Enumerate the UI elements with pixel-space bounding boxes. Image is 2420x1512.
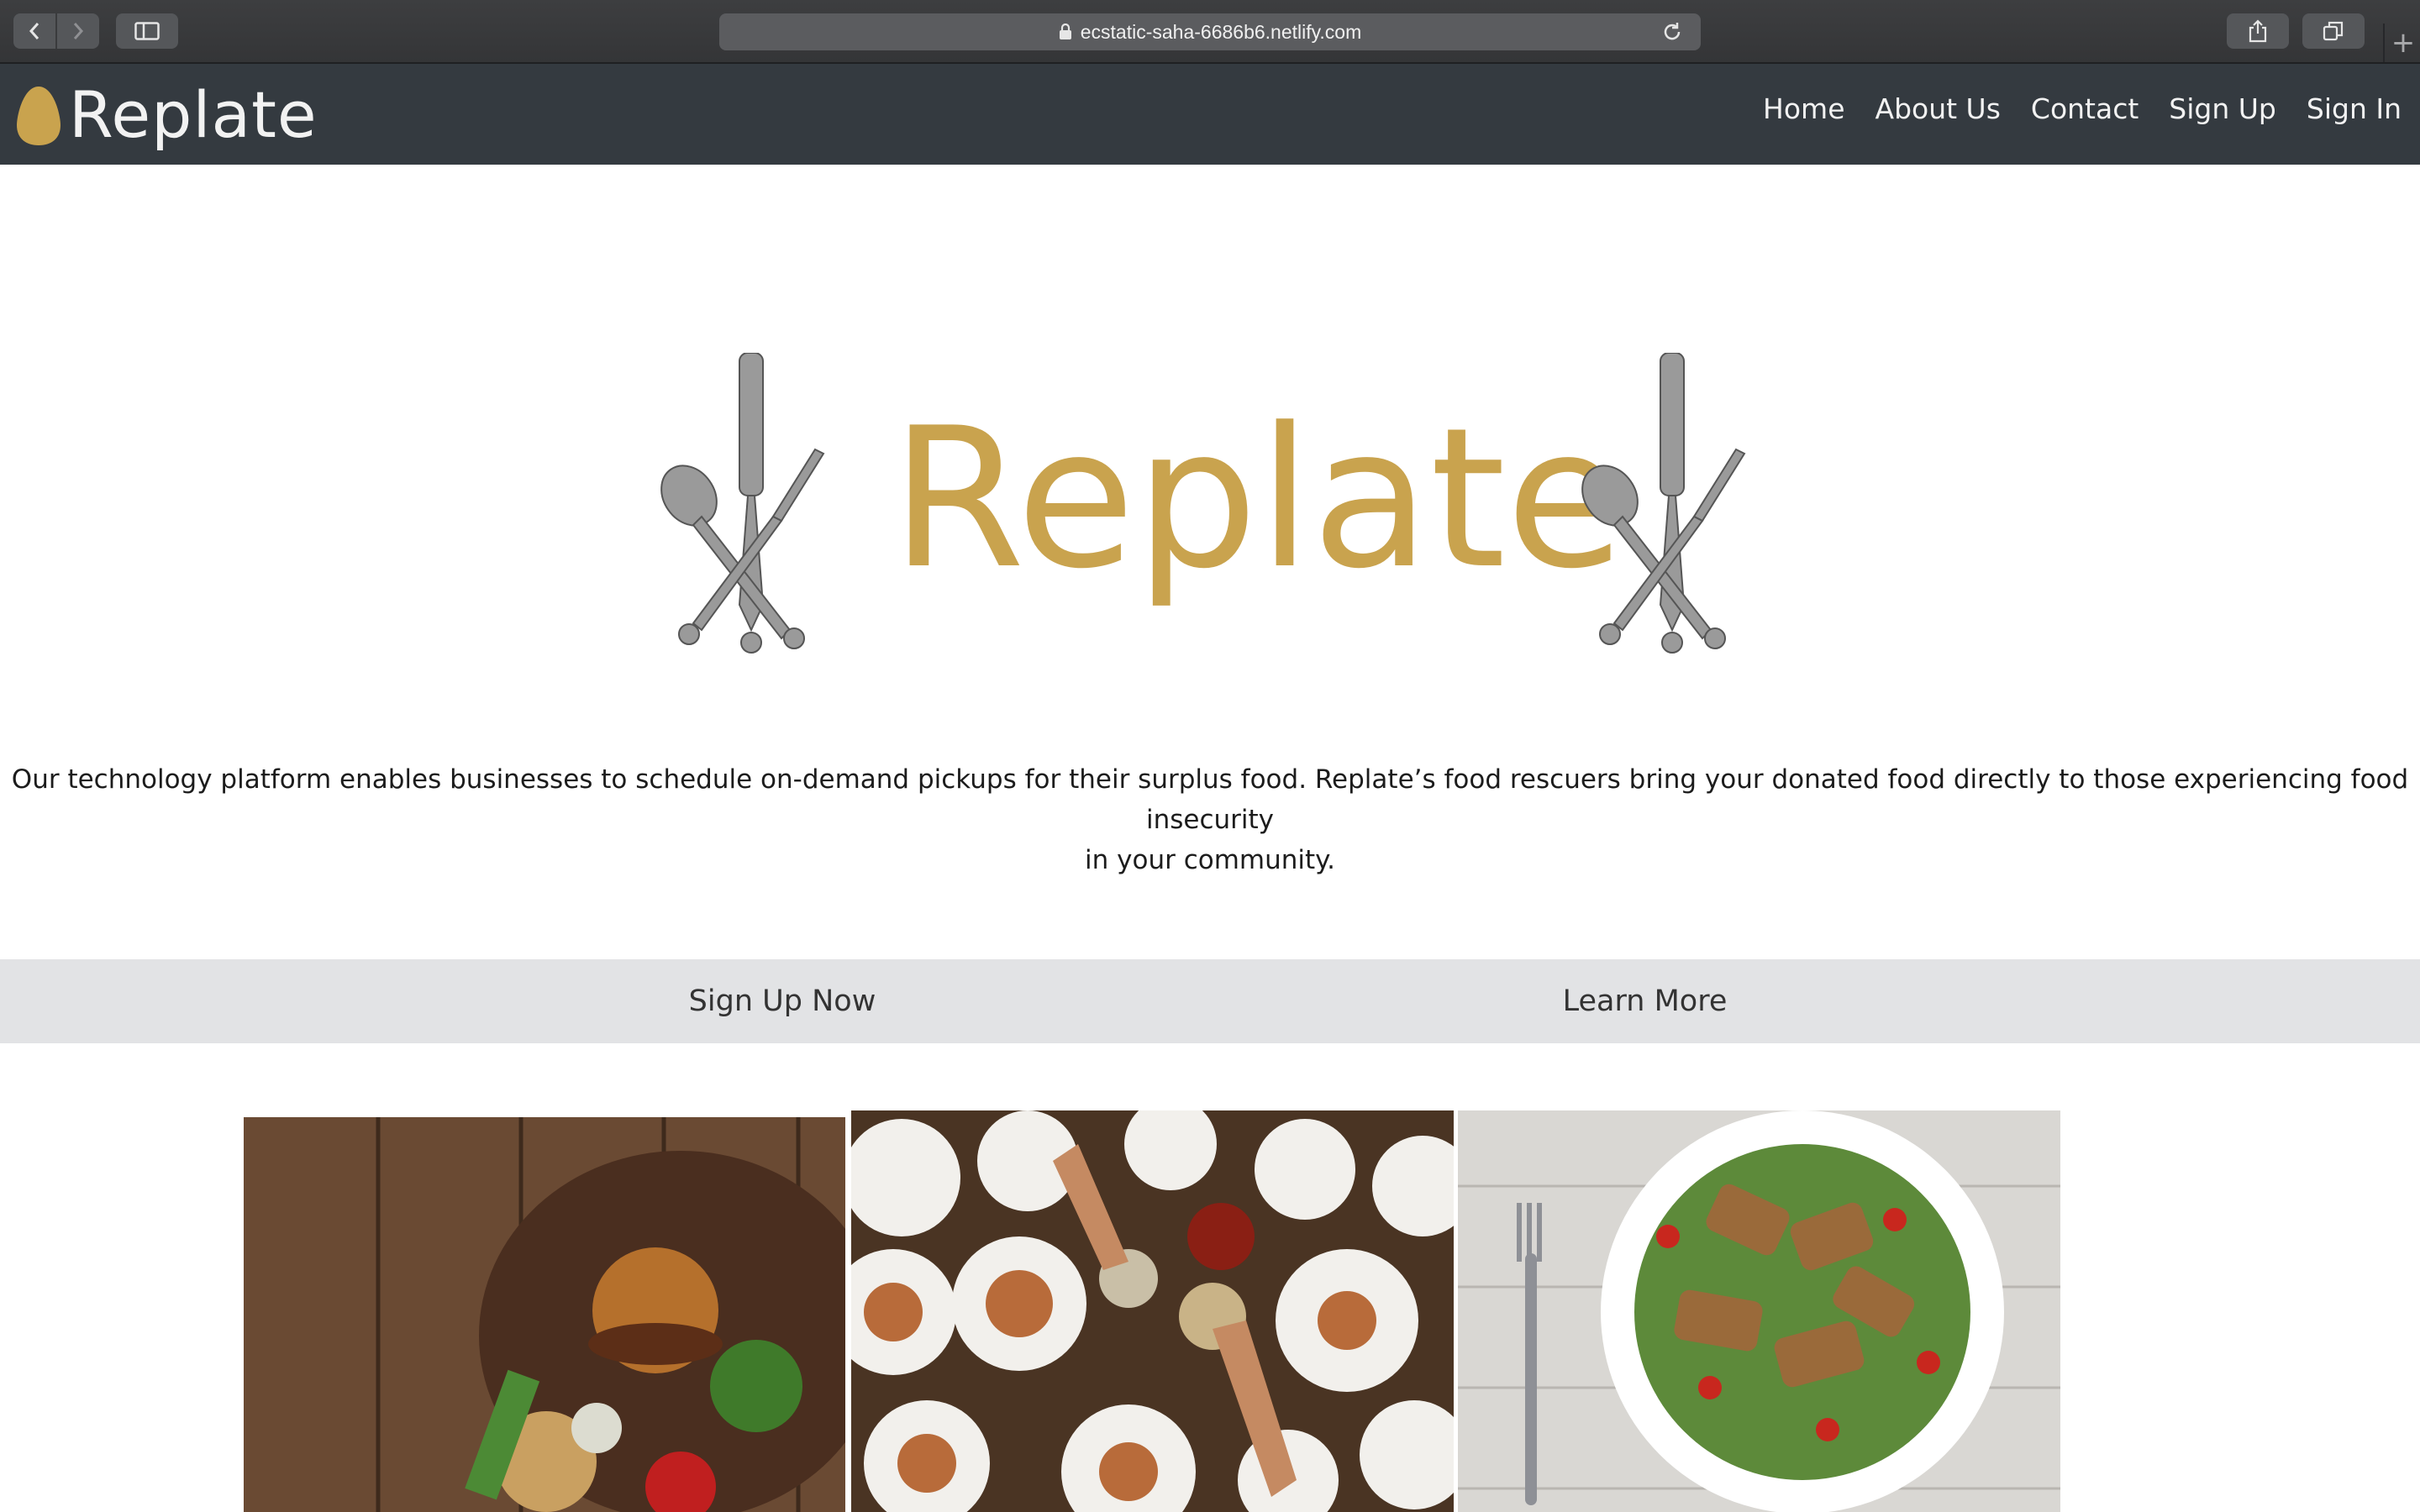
sidebar-button[interactable] xyxy=(116,13,178,49)
nav-link-sign-up[interactable]: Sign Up xyxy=(2169,92,2276,125)
hero-banner: Replate xyxy=(655,353,1765,664)
history-buttons xyxy=(13,13,99,49)
back-button[interactable] xyxy=(13,13,55,49)
sidebar-icon xyxy=(134,22,160,40)
address-bar[interactable]: ecstatic-saha-6686b6.netlify.com xyxy=(719,13,1701,50)
lock-icon xyxy=(1059,24,1072,40)
forward-icon xyxy=(73,23,84,39)
site-navbar: Replate Home About Us Contact Sign Up Si… xyxy=(0,64,2420,165)
back-icon xyxy=(29,23,39,39)
cutlery-icon xyxy=(660,353,825,654)
nav-link-home[interactable]: Home xyxy=(1763,92,1844,125)
url-text: ecstatic-saha-6686b6.netlify.com xyxy=(1080,20,1362,43)
brand-link[interactable]: Replate xyxy=(15,77,318,152)
tagline-line-1: Our technology platform enables business… xyxy=(11,764,2409,835)
food-photo-dinner-table xyxy=(851,1110,1454,1512)
hero-title: Replate xyxy=(891,387,1625,612)
tabs-icon xyxy=(2323,21,2344,41)
reload-icon[interactable] xyxy=(1660,20,1684,49)
nav-menu: Home About Us Contact Sign Up Sign In xyxy=(1763,92,2402,125)
tagline-line-2: in your community. xyxy=(1085,845,1335,875)
nav-link-sign-in[interactable]: Sign In xyxy=(2307,92,2402,125)
learn-more-button[interactable]: Learn More xyxy=(1252,959,2038,1043)
egg-logo-icon xyxy=(17,86,60,145)
share-icon xyxy=(2249,19,2267,43)
forward-button[interactable] xyxy=(55,13,99,49)
new-tab-icon[interactable]: + xyxy=(2383,24,2420,62)
hero-tagline: Our technology platform enables business… xyxy=(0,759,2420,880)
nav-link-contact[interactable]: Contact xyxy=(2031,92,2139,125)
action-bar: Sign Up Now Learn More xyxy=(0,959,2420,1043)
nav-link-about-us[interactable]: About Us xyxy=(1876,92,2001,125)
tabs-button[interactable] xyxy=(2302,13,2365,49)
cutlery-icon xyxy=(1581,353,1746,654)
browser-toolbar: ecstatic-saha-6686b6.netlify.com + xyxy=(0,0,2420,64)
food-photo-burger xyxy=(244,1117,845,1512)
brand-name: Replate xyxy=(69,77,318,152)
share-button[interactable] xyxy=(2227,13,2289,49)
food-photo-salad xyxy=(1458,1110,2060,1512)
